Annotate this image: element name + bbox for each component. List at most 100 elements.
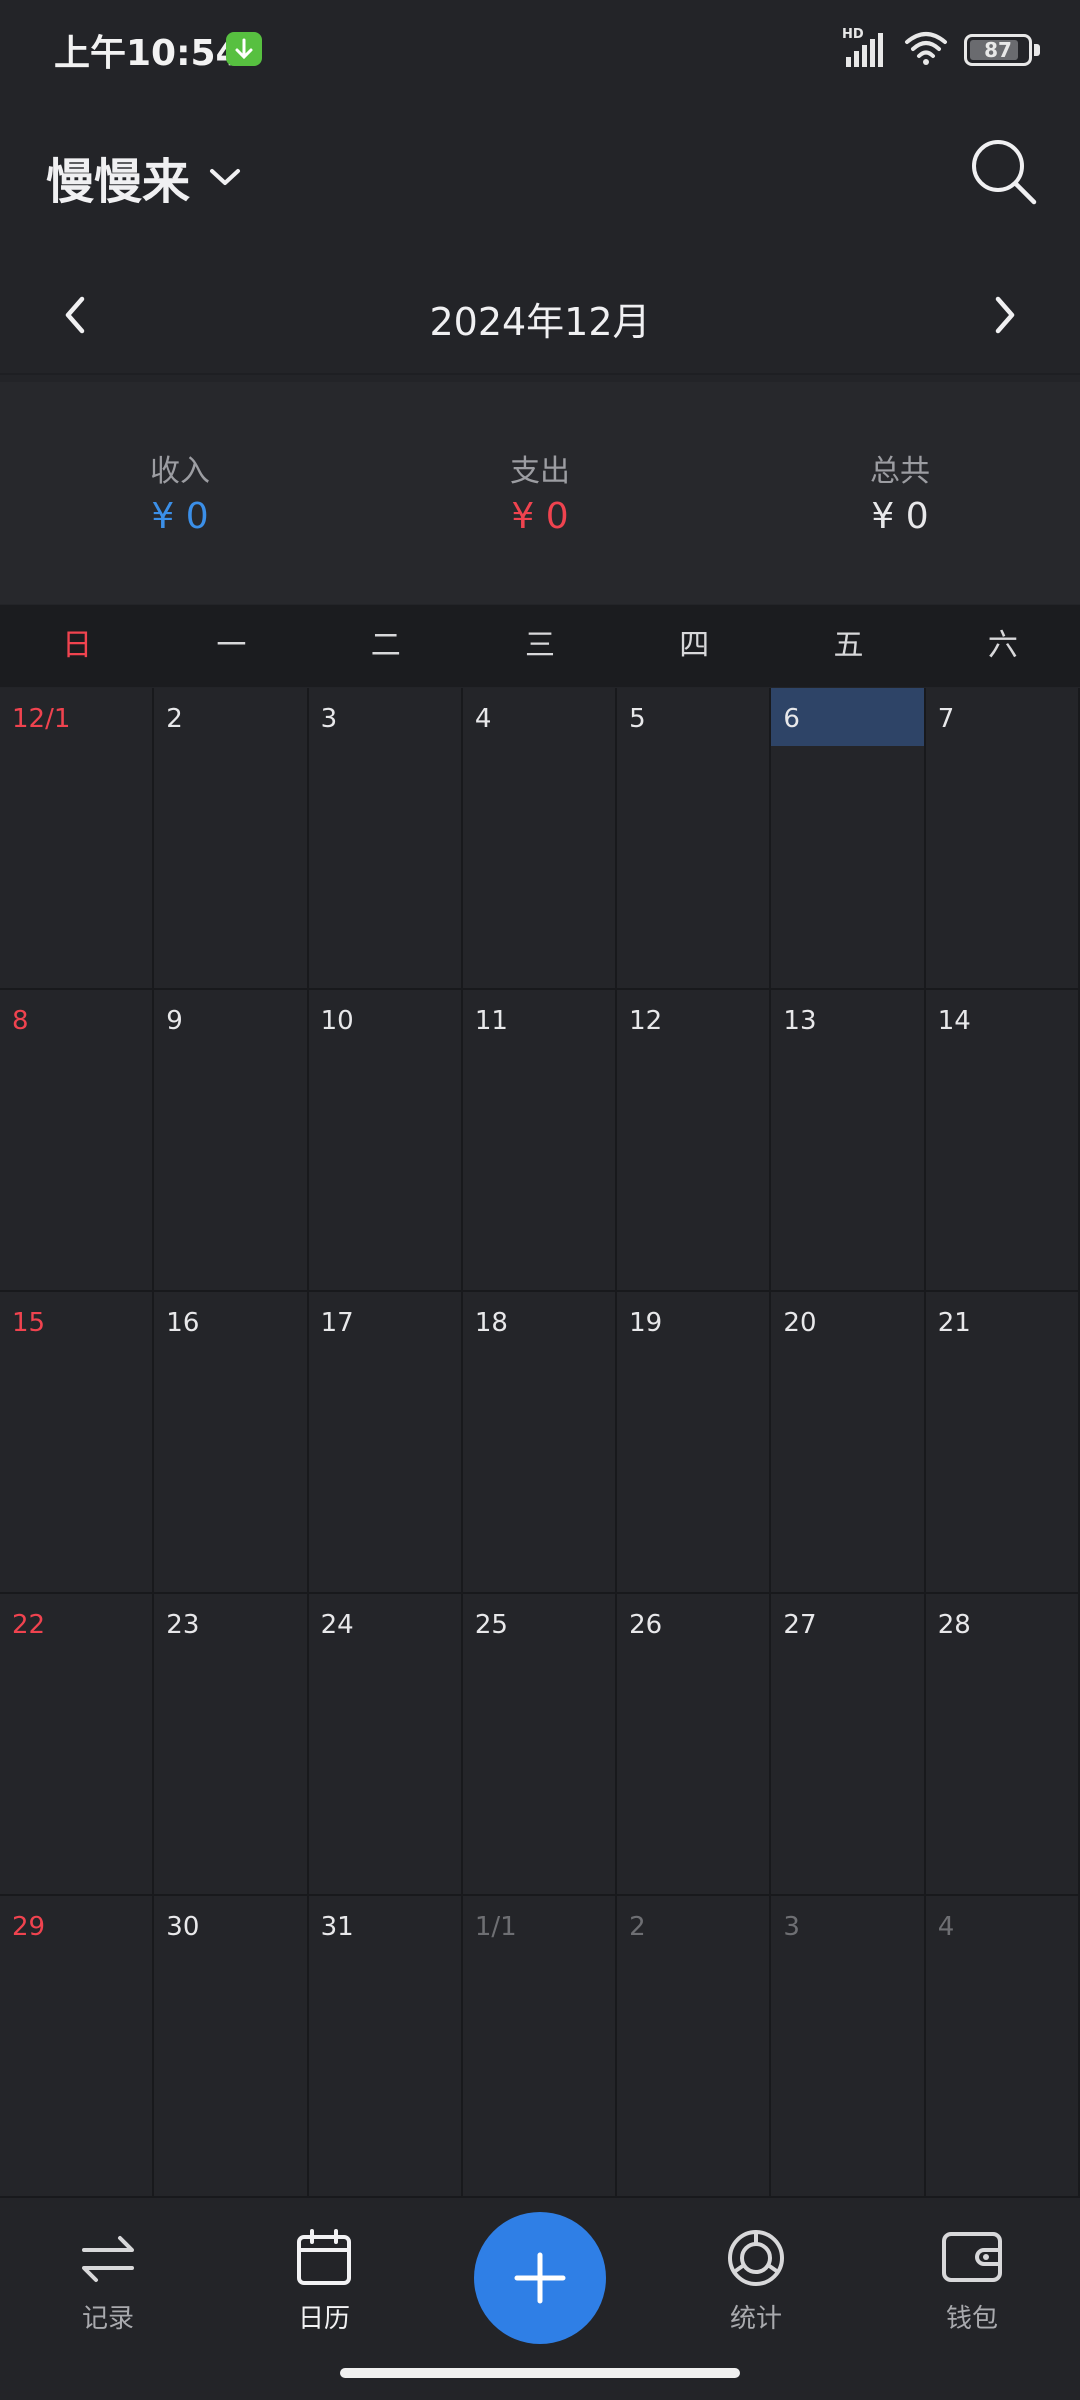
day-number: 10 <box>320 1006 354 1036</box>
signal-icon: HD <box>842 27 888 69</box>
calendar-day[interactable]: 30 <box>154 1896 309 2198</box>
download-icon <box>226 32 262 66</box>
day-number: 3 <box>783 1912 800 1942</box>
calendar-grid: 12/1 2 3 4 5 6 7 8 9 10 11 12 13 14 15 16 17 18 19 20 21 22 23… <box>0 688 1080 2198</box>
calendar-day[interactable]: 18 <box>462 1292 618 1594</box>
chevron-down-icon <box>210 169 241 185</box>
total-summary: 总共 ¥ 0 <box>720 446 1080 537</box>
calendar-day[interactable]: 22 <box>0 1594 155 1896</box>
status-icons: HD 87 <box>842 27 1040 72</box>
day-number: 21 <box>937 1308 971 1338</box>
tab-calendar[interactable]: 日历 <box>254 2228 394 2335</box>
calendar-day[interactable]: 21 <box>925 1292 1080 1594</box>
calendar-day[interactable]: 17 <box>308 1292 463 1594</box>
calendar-day[interactable]: 3 <box>771 1896 926 2198</box>
day-number: 29 <box>12 1912 46 1942</box>
calendar-day[interactable]: 9 <box>154 990 309 1292</box>
calendar-day-today[interactable]: 6 <box>771 688 926 990</box>
calendar-day[interactable]: 31 <box>308 1896 463 2198</box>
calendar-day[interactable]: 4 <box>925 1896 1080 2198</box>
calendar-day[interactable]: 15 <box>0 1292 155 1594</box>
calendar-day[interactable]: 20 <box>771 1292 926 1594</box>
day-number: 4 <box>474 704 492 734</box>
day-number: 7 <box>937 704 955 734</box>
day-number: 22 <box>12 1610 46 1640</box>
weekday-sat: 六 <box>987 628 1018 663</box>
day-number: 15 <box>12 1308 46 1338</box>
day-number: 2 <box>166 704 183 734</box>
day-number: 3 <box>320 704 338 734</box>
day-number: 23 <box>166 1610 200 1640</box>
day-number: 2 <box>629 1912 646 1942</box>
stats-icon <box>728 2230 784 2286</box>
calendar-day[interactable]: 27 <box>771 1594 926 1896</box>
income-summary: 收入 ¥ 0 <box>0 446 360 537</box>
calendar-day[interactable]: 23 <box>154 1594 309 1896</box>
calendar-icon <box>297 2229 351 2285</box>
book-selector[interactable]: 慢慢来 <box>46 142 242 212</box>
weekday-sun: 日 <box>62 628 93 663</box>
calendar-day[interactable]: 4 <box>462 688 618 990</box>
wallet-icon <box>942 2232 1002 2282</box>
calendar-day[interactable]: 13 <box>771 990 926 1292</box>
app-header: 慢慢来 <box>0 100 1080 250</box>
calendar-day[interactable]: 12/1 <box>0 688 155 990</box>
calendar-day[interactable]: 16 <box>154 1292 309 1594</box>
tab-wallet-label: 钱包 <box>945 2304 998 2334</box>
tab-records-label: 记录 <box>81 2304 134 2334</box>
expense-summary: 支出 ¥ 0 <box>360 446 720 537</box>
calendar-day[interactable]: 14 <box>925 990 1080 1292</box>
month-summary: 收入 ¥ 0 支出 ¥ 0 总共 ¥ 0 <box>0 382 1080 604</box>
status-time: 上午10:54 <box>54 33 241 74</box>
day-number: 31 <box>320 1912 354 1942</box>
calendar-day[interactable]: 7 <box>925 688 1080 990</box>
calendar-day[interactable]: 19 <box>617 1292 772 1594</box>
wifi-icon <box>904 30 948 70</box>
day-number: 4 <box>937 1912 955 1942</box>
calendar-day[interactable]: 5 <box>617 688 772 990</box>
calendar-day[interactable]: 8 <box>0 990 155 1292</box>
income-label: 收入 <box>150 454 210 489</box>
calendar-day[interactable]: 28 <box>925 1594 1080 1896</box>
day-number: 24 <box>320 1610 354 1640</box>
calendar-day[interactable]: 29 <box>0 1896 155 2198</box>
calendar-day[interactable]: 1/1 <box>462 1896 618 2198</box>
weekday-wed: 三 <box>524 628 555 663</box>
search-button[interactable] <box>968 136 1040 208</box>
tab-wallet[interactable]: 钱包 <box>902 2228 1042 2335</box>
tab-records[interactable]: 记录 <box>38 2228 178 2335</box>
next-month-button[interactable] <box>980 291 1028 339</box>
day-number: 27 <box>783 1610 817 1640</box>
day-number: 17 <box>320 1308 354 1338</box>
transfer-icon <box>82 2236 134 2282</box>
plus-icon <box>514 2252 566 2304</box>
calendar-day[interactable]: 12 <box>617 990 772 1292</box>
calendar-day[interactable]: 10 <box>308 990 463 1292</box>
day-number: 20 <box>783 1308 817 1338</box>
battery-icon: 87 <box>964 34 1032 66</box>
day-number: 18 <box>474 1308 508 1338</box>
day-number: 13 <box>783 1006 817 1036</box>
calendar-day[interactable]: 2 <box>154 688 309 990</box>
calendar-day[interactable]: 26 <box>617 1594 772 1896</box>
weekday-tue: 二 <box>370 628 401 663</box>
day-number: 11 <box>474 1006 508 1036</box>
day-number: 16 <box>166 1308 200 1338</box>
status-bar: 上午10:54 HD 87 <box>0 0 1080 100</box>
day-number: 30 <box>166 1912 200 1942</box>
day-number: 6 <box>783 704 800 734</box>
tab-stats[interactable]: 统计 <box>686 2228 826 2335</box>
weekday-fri: 五 <box>833 628 864 663</box>
calendar-day[interactable]: 11 <box>462 990 618 1292</box>
calendar-day[interactable]: 2 <box>617 1896 772 2198</box>
calendar-day[interactable]: 24 <box>308 1594 463 1896</box>
chevron-right-icon <box>995 296 1015 334</box>
income-value: ¥ 0 <box>151 496 209 537</box>
day-number: 26 <box>629 1610 663 1640</box>
weekday-mon: 一 <box>216 628 247 663</box>
day-number: 28 <box>937 1610 971 1640</box>
day-number: 5 <box>629 704 646 734</box>
calendar-day[interactable]: 3 <box>308 688 463 990</box>
calendar-day[interactable]: 25 <box>462 1594 618 1896</box>
add-record-button[interactable] <box>474 2212 606 2344</box>
